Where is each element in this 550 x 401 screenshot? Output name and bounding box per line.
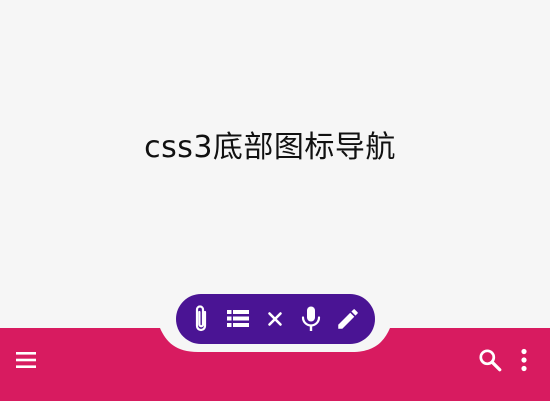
- search-button[interactable]: [474, 344, 506, 376]
- paperclip-icon: [190, 303, 212, 335]
- page-title: css3底部图标导航: [144, 130, 396, 165]
- more-vert-icon: [520, 348, 528, 372]
- list-icon: [226, 308, 250, 330]
- attach-button[interactable]: [186, 302, 216, 336]
- close-icon: [266, 310, 284, 328]
- fab-action-menu: [176, 294, 375, 344]
- edit-button[interactable]: [333, 302, 363, 336]
- microphone-button[interactable]: [296, 302, 326, 336]
- microphone-icon: [300, 305, 322, 333]
- list-button[interactable]: [223, 302, 253, 336]
- close-button[interactable]: [260, 302, 290, 336]
- menu-button[interactable]: [10, 344, 42, 376]
- pencil-icon: [335, 306, 361, 332]
- search-icon: [477, 347, 503, 373]
- menu-icon: [14, 348, 38, 372]
- more-options-button[interactable]: [512, 344, 536, 376]
